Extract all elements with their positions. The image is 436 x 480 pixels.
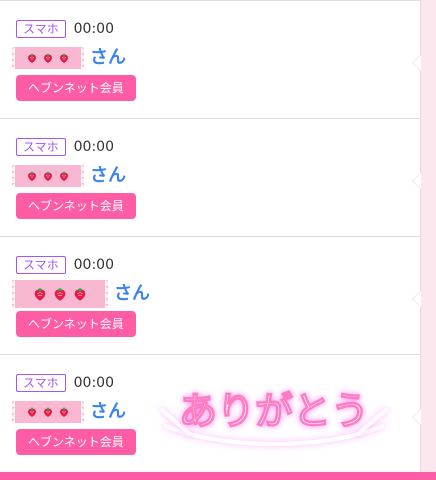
entry-meta: スマホ 00:00 xyxy=(16,255,114,275)
entry-pointer xyxy=(413,291,421,307)
strawberry-icon xyxy=(42,170,54,182)
feed-list: スマホ 00:00 さん ヘブンネット会員 スマホ 00:00 さん ヘブンネッ… xyxy=(0,0,421,472)
name-suffix: さん xyxy=(90,165,126,186)
strawberry-icon xyxy=(26,52,38,64)
strawberry-icon xyxy=(58,406,70,418)
timestamp: 00:00 xyxy=(73,139,114,155)
timestamp: 00:00 xyxy=(73,375,114,391)
masked-name-tape xyxy=(9,47,84,69)
strawberry-icon xyxy=(42,52,54,64)
device-tag: スマホ xyxy=(16,20,66,38)
feed-entry: スマホ 00:00 さん ヘブンネット会員 xyxy=(0,236,421,354)
bottom-accent-bar xyxy=(0,472,436,480)
device-tag: スマホ xyxy=(16,374,66,392)
right-rail xyxy=(420,0,436,480)
entry-name: さん xyxy=(9,399,126,425)
name-suffix: さん xyxy=(90,47,126,68)
entry-name: さん xyxy=(9,280,150,308)
entry-pointer xyxy=(413,409,421,425)
feed-entry: スマホ 00:00 さん ヘブンネット会員 xyxy=(0,0,421,118)
name-suffix: さん xyxy=(114,283,150,304)
entry-pointer xyxy=(413,55,421,71)
strawberry-icon xyxy=(32,286,48,302)
strawberry-icon xyxy=(42,406,54,418)
member-badge-button[interactable]: ヘブンネット会員 xyxy=(16,311,136,337)
strawberry-icon xyxy=(52,286,68,302)
entry-meta: スマホ 00:00 xyxy=(16,373,114,393)
entry-name: さん xyxy=(9,45,126,71)
entry-pointer xyxy=(413,173,421,189)
device-tag: スマホ xyxy=(16,138,66,156)
masked-name-tape xyxy=(9,401,84,423)
feed-entry: スマホ 00:00 さん ヘブンネット会員 xyxy=(0,118,421,236)
strawberry-icon xyxy=(26,406,38,418)
strawberry-icon xyxy=(58,170,70,182)
feed-entry: スマホ 00:00 さん ヘブンネット会員 xyxy=(0,354,421,472)
member-badge-button[interactable]: ヘブンネット会員 xyxy=(16,75,136,101)
timestamp: 00:00 xyxy=(73,21,114,37)
strawberry-icon xyxy=(26,170,38,182)
masked-name-tape xyxy=(9,280,108,308)
masked-name-tape xyxy=(9,165,84,187)
strawberry-icon xyxy=(72,286,88,302)
message-feed-screen: スマホ 00:00 さん ヘブンネット会員 スマホ 00:00 さん ヘブンネッ… xyxy=(0,0,436,480)
strawberry-icon xyxy=(58,52,70,64)
entry-meta: スマホ 00:00 xyxy=(16,19,114,39)
device-tag: スマホ xyxy=(16,256,66,274)
entry-meta: スマホ 00:00 xyxy=(16,137,114,157)
member-badge-button[interactable]: ヘブンネット会員 xyxy=(16,193,136,219)
name-suffix: さん xyxy=(90,401,126,422)
timestamp: 00:00 xyxy=(73,257,114,273)
entry-name: さん xyxy=(9,163,126,189)
member-badge-button[interactable]: ヘブンネット会員 xyxy=(16,429,136,455)
